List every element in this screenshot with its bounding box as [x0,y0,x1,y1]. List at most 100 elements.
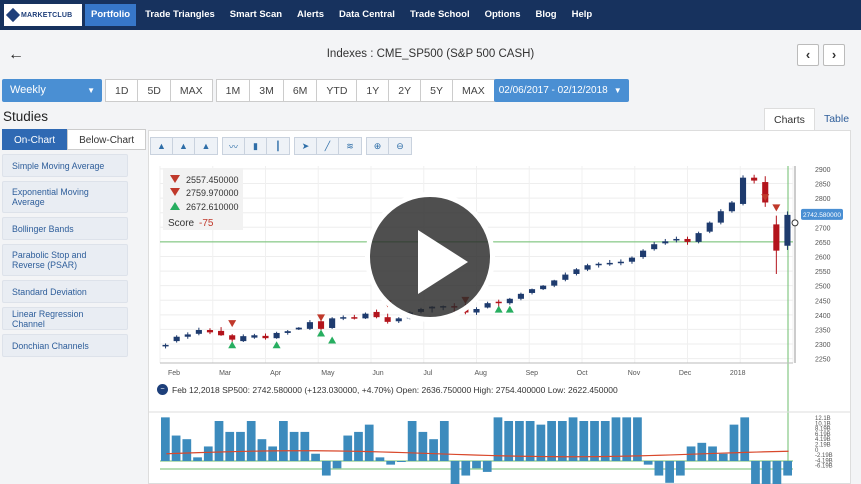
volume-bar [397,461,406,462]
volume-bar [171,435,181,461]
nav-options[interactable]: Options [479,4,527,26]
time-tick-label: Nov [628,370,641,377]
period-select[interactable]: Weekly ▼ [2,79,102,102]
tab-below-chart[interactable]: Below-Chart [67,129,147,150]
range-button-5d[interactable]: 5D [137,79,171,102]
time-tick-label: Jul [423,370,432,377]
study-donchian-channels[interactable]: Donchian Channels [2,334,128,357]
range-button-1m[interactable]: 1M [215,79,251,102]
volume-bar [611,417,621,461]
date-range-select[interactable]: 02/06/2017 - 02/12/2018 ▼ [493,79,629,102]
range-button-max-intraday[interactable]: MAX [169,79,213,102]
time-tick-label: Aug [475,370,488,377]
study-linear-regression-channel[interactable]: Linear Regression Channel [2,307,128,330]
study-simple-moving-average[interactable]: Simple Moving Average [2,154,128,177]
score-value: -75 [199,218,214,229]
price-tick-label: 2900 [815,167,831,174]
nav-alerts[interactable]: Alerts [291,4,330,26]
volume-bar [751,461,760,484]
nav-smart-scan[interactable]: Smart Scan [224,4,288,26]
candle-body [218,330,225,336]
range-button-2y[interactable]: 2Y [388,79,422,102]
price-tick-label: 2650 [815,240,831,247]
studies-title: Studies [3,109,49,124]
previous-symbol-button[interactable]: ‹ [797,44,819,66]
price-tick-label: 2550 [815,269,831,276]
trade-triangle-legend: 2557.450000 2759.970000 2672.610000 Scor… [163,168,243,230]
tab-charts[interactable]: Charts [764,108,815,130]
candle-body [517,293,524,299]
nav-blog[interactable]: Blog [530,4,563,26]
study-exponential-moving-average[interactable]: Exponential Moving Average [2,181,128,213]
volume-bar [343,435,353,461]
volume-bar [772,461,782,484]
period-value: Weekly [10,84,46,96]
volume-bar [279,421,288,461]
volume-bar [418,431,428,461]
time-tick-label: Mar [219,370,232,377]
study-parabolic-sar[interactable]: Parabolic Stop and Reverse (PSAR) [2,244,128,276]
volume-bar [675,461,685,476]
title-bar: ← Indexes : CME_SP500 (S&P 500 CASH) ‹ › [0,40,861,72]
trade-triangle-marker [228,341,237,349]
volume-bar [557,421,567,461]
volume-bar [783,461,792,476]
volume-bar [311,453,320,461]
nav-trade-school[interactable]: Trade School [404,4,476,26]
range-button-3m[interactable]: 3M [249,79,284,102]
range-button-6m[interactable]: 6M [282,79,318,102]
candle-body [162,344,169,347]
candle-body [251,335,258,338]
volume-bar [525,421,535,461]
candle-body [562,274,569,280]
range-button-5y[interactable]: 5Y [420,79,453,102]
candle-body [684,238,691,242]
nav-portfolio[interactable]: Portfolio [85,4,137,26]
volume-bar [729,424,739,461]
candle-body [695,233,702,242]
candle-body [173,336,180,342]
time-tick-label: Jun [372,370,383,377]
study-standard-deviation[interactable]: Standard Deviation [2,280,128,303]
nav-data-central[interactable]: Data Central [333,4,401,26]
time-tick-label: 2018 [730,370,746,377]
range-button-1d[interactable]: 1D [105,79,139,102]
play-icon [418,230,468,294]
candle-body [617,261,624,264]
candle-body [595,263,602,266]
volume-tick-label: -6.19B [815,464,833,470]
score-label: Score [168,218,195,229]
candle-body [317,321,325,329]
range-button-1y[interactable]: 1Y [356,79,390,102]
volume-bar [354,431,363,461]
volume-bar [407,421,417,461]
price-chart[interactable]: 2250 2300 2350 2400 2450 2500 2550 2600 2650 2700… [148,130,851,484]
marketclub-logo[interactable]: MARKETCLUB [4,4,82,26]
trade-triangle-marker [772,204,781,212]
candle-body [395,318,402,322]
nav-help[interactable]: Help [566,4,599,26]
last-price-label: 2742.580000 [803,212,841,219]
volume-bar [515,421,524,461]
volume-bar [472,461,481,469]
next-symbol-button[interactable]: › [823,44,845,66]
volume-bar [450,461,460,484]
trade-triangle-marker [272,341,281,349]
top-navigation: MARKETCLUB Portfolio Trade Triangles Sma… [0,0,861,30]
volume-bar [654,461,664,476]
volume-bar [536,424,546,461]
candle-body [784,214,791,246]
volume-bar [622,417,632,461]
range-button-max[interactable]: MAX [451,79,495,102]
candle-body [773,224,780,251]
volume-bar [439,421,449,461]
trade-triangle-marker [328,336,337,344]
video-play-button[interactable] [365,192,495,322]
price-tick-label: 2800 [815,196,831,203]
nav-trade-triangles[interactable]: Trade Triangles [139,4,221,26]
range-button-ytd[interactable]: YTD [316,79,358,102]
tab-table[interactable]: Table [815,108,858,130]
candle-body [240,336,247,342]
tab-on-chart[interactable]: On-Chart [2,129,68,150]
study-bollinger-bands[interactable]: Bollinger Bands [2,217,128,240]
